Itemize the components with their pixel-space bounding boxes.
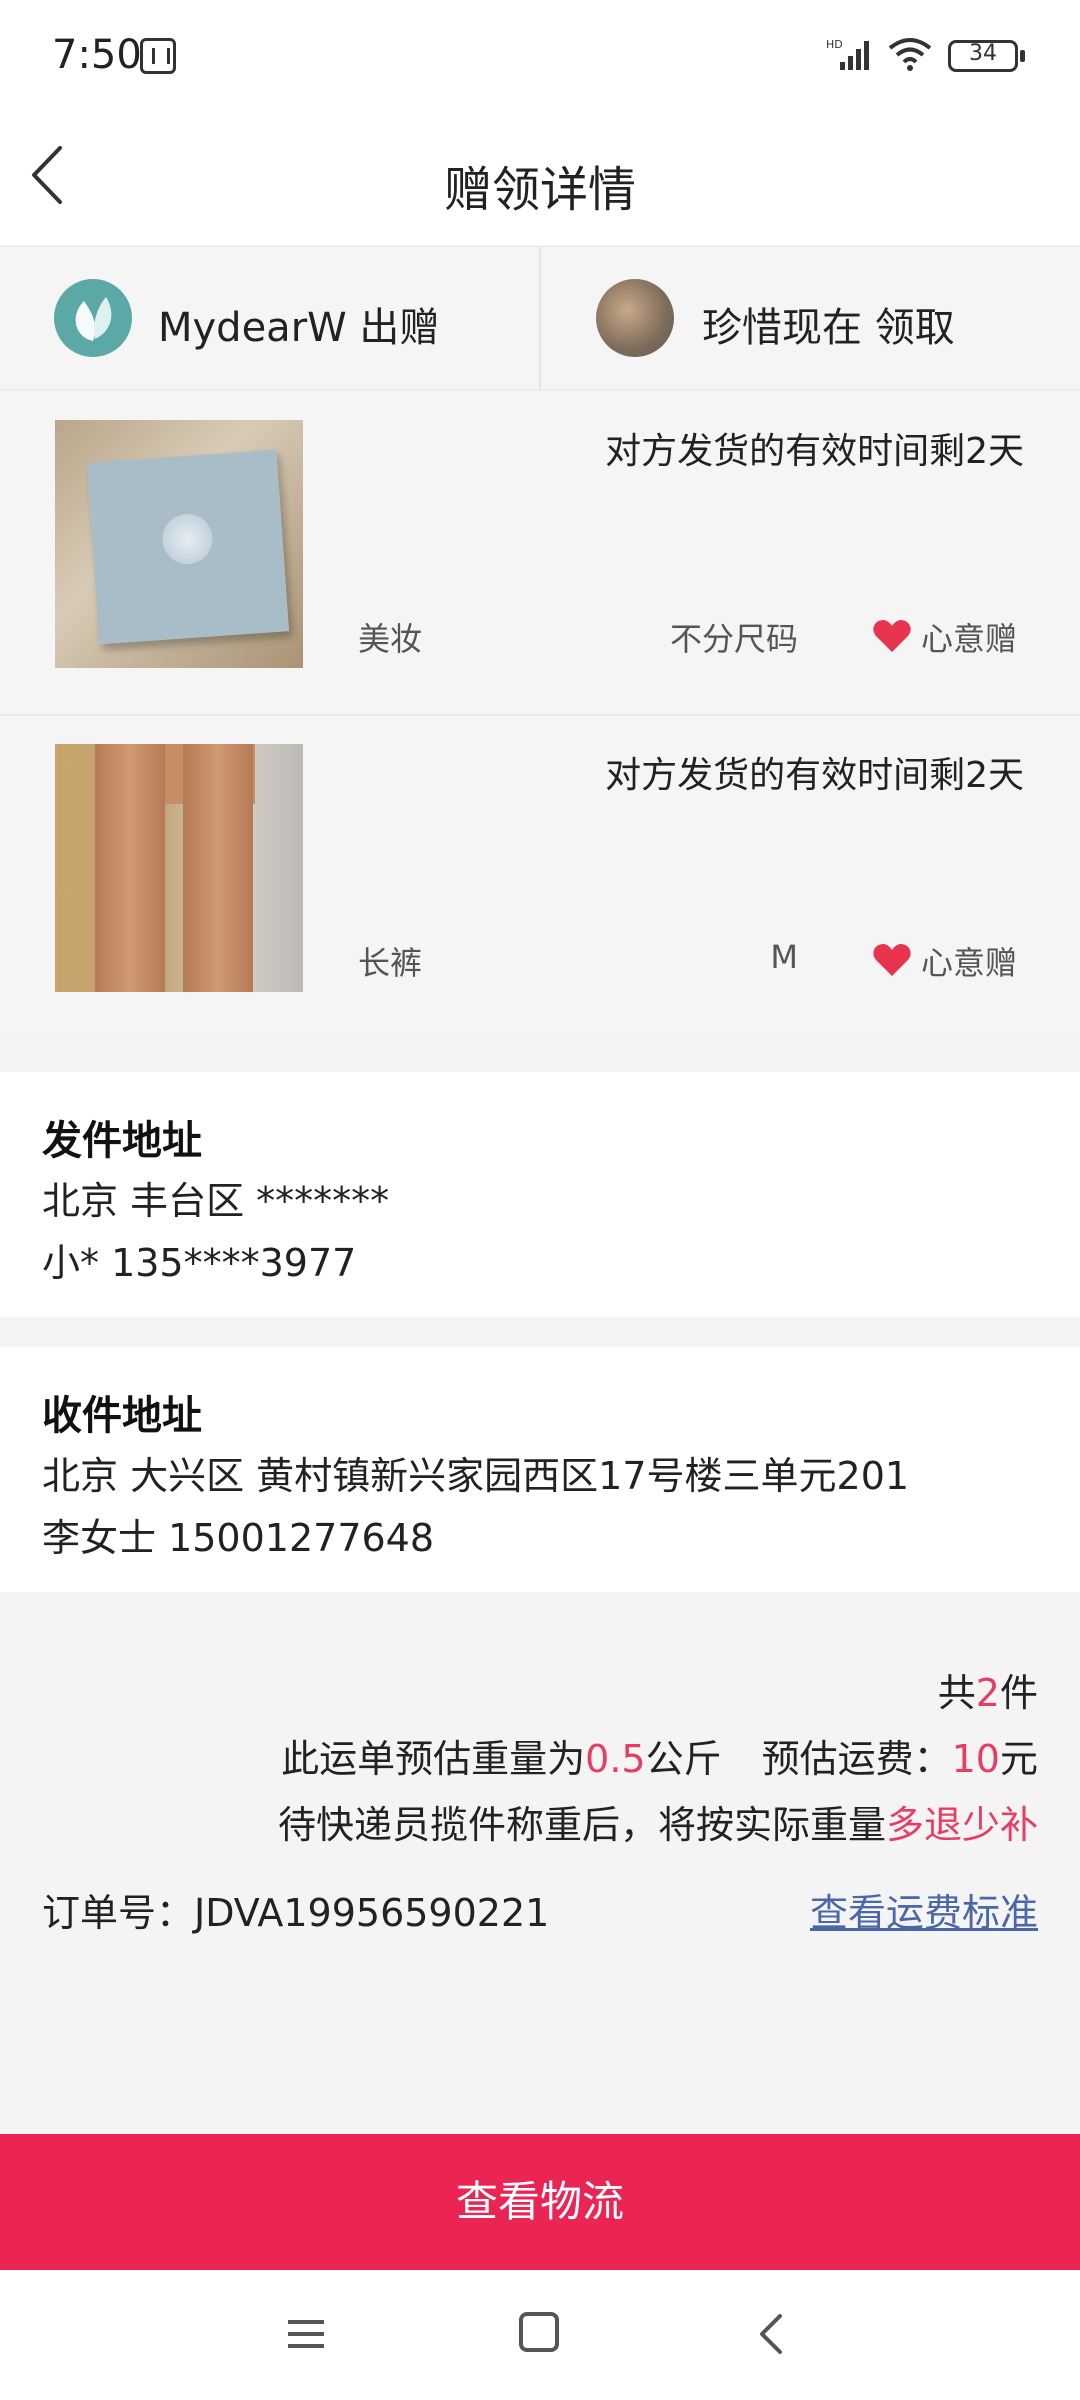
parties-bar: MydearW 出赠 珍惜现在 领取 bbox=[0, 246, 1080, 391]
battery-level: 34 bbox=[969, 41, 997, 66]
receiver-avatar[interactable] bbox=[596, 279, 674, 357]
item-count: 共2件 bbox=[938, 1662, 1038, 1717]
pants-leg-right bbox=[183, 744, 253, 992]
svg-text:HD: HD bbox=[826, 38, 843, 51]
home-icon[interactable] bbox=[519, 2312, 559, 2352]
product-box bbox=[86, 449, 290, 645]
page-title: 赠领详情 bbox=[443, 162, 636, 218]
sender-address-card: 发件地址 北京 丰台区 ******* 小* 135****3977 bbox=[0, 1072, 1080, 1317]
product-image[interactable] bbox=[55, 744, 303, 992]
expire-text: 对方发货的有效时间剩2天 bbox=[605, 431, 1024, 472]
view-logistics-button[interactable]: 查看物流 bbox=[0, 2134, 1080, 2270]
expire-text: 对方发货的有效时间剩2天 bbox=[605, 755, 1024, 796]
receiver-address-title: 收件地址 bbox=[42, 1393, 202, 1439]
gift-type: 心意赠 bbox=[921, 620, 1018, 658]
receiver-contact: 李女士 15001277648 bbox=[42, 1516, 435, 1560]
sender-address-title: 发件地址 bbox=[42, 1118, 202, 1164]
leaf-logo-icon bbox=[75, 297, 112, 341]
battery-cap bbox=[1020, 50, 1025, 62]
weight-prefix: 此运单预估重量为 bbox=[281, 1737, 586, 1781]
weight-value: 0.5 bbox=[585, 1737, 646, 1781]
fee-unit: 元 bbox=[999, 1737, 1038, 1781]
receiver-address-line: 北京 大兴区 黄村镇新兴家园西区17号楼三单元201 bbox=[42, 1454, 910, 1498]
note-highlight: 多退少补 bbox=[885, 1803, 1038, 1847]
weight-unit: 公斤 bbox=[645, 1737, 722, 1781]
giver-avatar[interactable] bbox=[54, 279, 132, 357]
receiver-address-card: 收件地址 北京 大兴区 黄村镇新兴家园西区17号楼三单元201 李女士 1500… bbox=[0, 1347, 1080, 1592]
sender-address-line: 北京 丰台区 ******* bbox=[42, 1179, 390, 1223]
nfc-icon bbox=[140, 38, 176, 74]
receiver-name[interactable]: 珍惜现在 领取 bbox=[702, 295, 955, 353]
order-number: 订单号：JDVA19956590221 bbox=[42, 1891, 550, 1935]
list-item[interactable]: 对方发货的有效时间剩2天 长裤 M 心意赠 bbox=[0, 716, 1080, 1038]
back-icon[interactable] bbox=[752, 2310, 792, 2358]
item-size: M bbox=[770, 938, 798, 976]
count-suffix: 件 bbox=[999, 1671, 1038, 1715]
party-divider bbox=[539, 247, 541, 391]
gift-type: 心意赠 bbox=[921, 944, 1018, 982]
item-size: 不分尺码 bbox=[669, 620, 798, 658]
fee-value: 10 bbox=[951, 1737, 1000, 1781]
heart-icon bbox=[873, 620, 911, 652]
giver-name[interactable]: MydearW 出赠 bbox=[158, 295, 439, 353]
signal-icon: HD bbox=[826, 38, 869, 70]
item-category: 长裤 bbox=[358, 944, 423, 982]
fee-prefix: 预估运费： bbox=[761, 1737, 952, 1781]
header: 赠领详情 bbox=[0, 110, 1080, 245]
heart-icon bbox=[873, 944, 911, 976]
weight-note: 待快递员揽件称重后，将按实际重量多退少补 bbox=[278, 1794, 1038, 1849]
weight-fee-line: 此运单预估重量为0.5公斤 预估运费：10元 bbox=[281, 1728, 1038, 1783]
nav-bar bbox=[0, 2270, 1080, 2400]
item-category: 美妆 bbox=[358, 620, 423, 658]
pants-leg-left bbox=[95, 744, 165, 992]
fee-standard-link[interactable]: 查看运费标准 bbox=[810, 1882, 1038, 1937]
status-bar: 7:50 HD 34 bbox=[0, 0, 1080, 110]
count-prefix: 共 bbox=[937, 1671, 976, 1715]
battery-icon: 34 bbox=[948, 40, 1018, 72]
wifi-icon bbox=[888, 38, 932, 71]
note-prefix: 待快递员揽件称重后，将按实际重量 bbox=[277, 1803, 886, 1847]
status-time: 7:50 bbox=[52, 32, 142, 78]
list-item[interactable]: 对方发货的有效时间剩2天 美妆 不分尺码 心意赠 bbox=[0, 392, 1080, 714]
sender-contact: 小* 135****3977 bbox=[42, 1241, 357, 1285]
menu-icon[interactable] bbox=[286, 2316, 326, 2352]
product-image[interactable] bbox=[55, 420, 303, 668]
count-value: 2 bbox=[975, 1671, 1000, 1715]
